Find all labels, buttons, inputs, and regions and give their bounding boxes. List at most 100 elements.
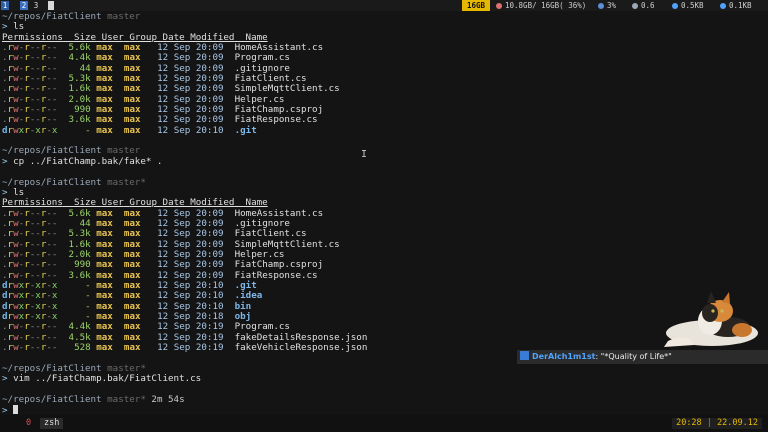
load-icon	[632, 3, 638, 9]
file-name[interactable]: .git	[235, 280, 257, 291]
permissions: .rw-r--r--	[2, 228, 58, 240]
file-user: max	[96, 124, 113, 136]
command-duration: 2m 54s	[151, 393, 185, 405]
workspace-2[interactable]: 2	[20, 1, 28, 10]
file-user: max	[96, 52, 113, 64]
file-group: max	[123, 217, 141, 229]
header-size: Size	[73, 197, 97, 209]
file-name[interactable]: Program.cs	[235, 52, 290, 63]
file-group: max	[123, 228, 141, 240]
workspace-3[interactable]: 3	[32, 1, 40, 10]
header-user: User	[101, 31, 124, 43]
file-name[interactable]: SimpleMqttClient.cs	[235, 239, 340, 250]
file-name[interactable]: obj	[235, 311, 252, 322]
clock: 20:28 | 22.09.12	[672, 418, 762, 429]
file-name[interactable]: SimpleMqttClient.cs	[235, 83, 340, 94]
file-date: 12 Sep 20:09	[157, 114, 224, 126]
prompt-line: ~/repos/FiatClient master	[2, 11, 768, 22]
file-group: max	[123, 310, 141, 322]
file-name[interactable]: FiatClient.cs	[235, 73, 307, 84]
file-user: max	[96, 207, 113, 219]
file-name[interactable]: .git	[235, 125, 257, 136]
file-group: max	[123, 290, 141, 302]
permissions: drwxr-xr-x	[2, 310, 58, 322]
chat-message: : "*Quality of Life*"	[595, 352, 672, 361]
ram-badge: 16GB	[462, 0, 490, 11]
file-user: max	[96, 93, 113, 105]
chat-username: DerAlch1m1st	[532, 352, 596, 361]
file-group: max	[123, 62, 141, 74]
permissions: drwxr-xr-x	[2, 300, 58, 312]
file-group: max	[123, 321, 141, 333]
tmux-window-tab[interactable]: zsh	[40, 418, 64, 429]
clock-time: 20:28	[676, 418, 702, 428]
prompt-path: ~/repos/FiatClient	[2, 11, 102, 22]
file-size: 4.4k	[68, 52, 91, 64]
file-group: max	[123, 42, 141, 54]
permissions: .rw-r--r--	[2, 238, 58, 250]
file-name[interactable]: HomeAssistant.cs	[235, 42, 324, 53]
file-user: max	[96, 331, 113, 343]
file-name[interactable]: .gitignore	[235, 63, 290, 74]
file-group: max	[123, 269, 141, 281]
command-text: vim ../FiatChamp.bak/FiatClient.cs	[13, 373, 202, 385]
file-user: max	[96, 83, 113, 95]
git-branch: master*	[107, 393, 146, 405]
file-name[interactable]: Helper.cs	[235, 94, 285, 105]
prompt-line: ~/repos/FiatClient master*	[2, 177, 768, 188]
file-date: 12 Sep 20:09	[157, 83, 224, 95]
file-group: max	[123, 124, 141, 136]
file-group: max	[123, 331, 141, 343]
command-line: > cp ../FiatChamp.bak/fake* .	[2, 155, 768, 167]
file-name[interactable]: fakeDetailsResponse.json	[235, 332, 368, 343]
net-down-text: 0.5KB	[681, 1, 704, 10]
file-user: max	[96, 248, 113, 260]
header-permissions: Permissions	[2, 31, 63, 43]
file-date: 12 Sep 20:19	[157, 342, 224, 353]
disk-usage: 10.8GB/ 16GB( 36%)	[496, 0, 586, 11]
file-name[interactable]: fakeVehicleResponse.json	[235, 342, 368, 353]
net-up-text: 0.1KB	[729, 1, 752, 10]
header-permissions: Permissions	[2, 197, 63, 209]
file-name[interactable]: FiatResponse.cs	[235, 114, 318, 125]
disk-icon	[496, 3, 502, 9]
file-name[interactable]: .gitignore	[235, 218, 290, 229]
permissions: .rw-r--r--	[2, 83, 58, 95]
file-name[interactable]: Program.cs	[235, 321, 290, 332]
file-user: max	[96, 290, 113, 302]
file-name[interactable]: FiatChamp.csproj	[235, 259, 324, 270]
permissions: drwxr-xr-x	[2, 124, 58, 136]
file-date: 12 Sep 20:09	[157, 62, 224, 74]
file-name[interactable]: .idea	[235, 290, 263, 301]
permissions: drwxr-xr-x	[2, 279, 58, 291]
file-date: 12 Sep 20:09	[157, 104, 224, 116]
header-size: Size	[73, 31, 97, 43]
workspace-1[interactable]: 1	[1, 1, 9, 10]
header-group: Group	[129, 31, 157, 43]
clock-date: 22.09.12	[717, 418, 758, 428]
permissions: .rw-r--r--	[2, 93, 58, 105]
prompt-line: ~/repos/FiatClient master* 2m 54s	[2, 393, 768, 405]
permissions: .rw-r--r--	[2, 269, 58, 281]
file-name[interactable]: FiatClient.cs	[235, 228, 307, 239]
file-name[interactable]: FiatChamp.csproj	[235, 104, 324, 115]
file-user: max	[96, 321, 113, 333]
tmux-window-index: 0	[26, 418, 32, 428]
command-text: ls	[13, 21, 25, 33]
file-date: 12 Sep 20:19	[157, 321, 224, 333]
permissions: .rw-r--r--	[2, 331, 58, 343]
file-user: max	[96, 73, 113, 85]
file-name[interactable]: bin	[235, 301, 252, 312]
file-user: max	[96, 62, 113, 74]
tmux-status-bar: 0 zsh 20:28 | 22.09.12	[0, 415, 768, 432]
file-name[interactable]: HomeAssistant.cs	[235, 208, 324, 219]
file-name[interactable]: FiatResponse.cs	[235, 270, 318, 281]
file-group: max	[123, 83, 141, 95]
command-text: cp ../FiatChamp.bak/fake* .	[13, 155, 163, 167]
permissions: .rw-r--r--	[2, 52, 58, 64]
active-window-indicator	[48, 1, 54, 10]
file-user: max	[96, 238, 113, 250]
file-name[interactable]: Helper.cs	[235, 249, 285, 260]
permissions: .rw-r--r--	[2, 321, 58, 333]
header-date: Date Modified	[162, 31, 235, 43]
